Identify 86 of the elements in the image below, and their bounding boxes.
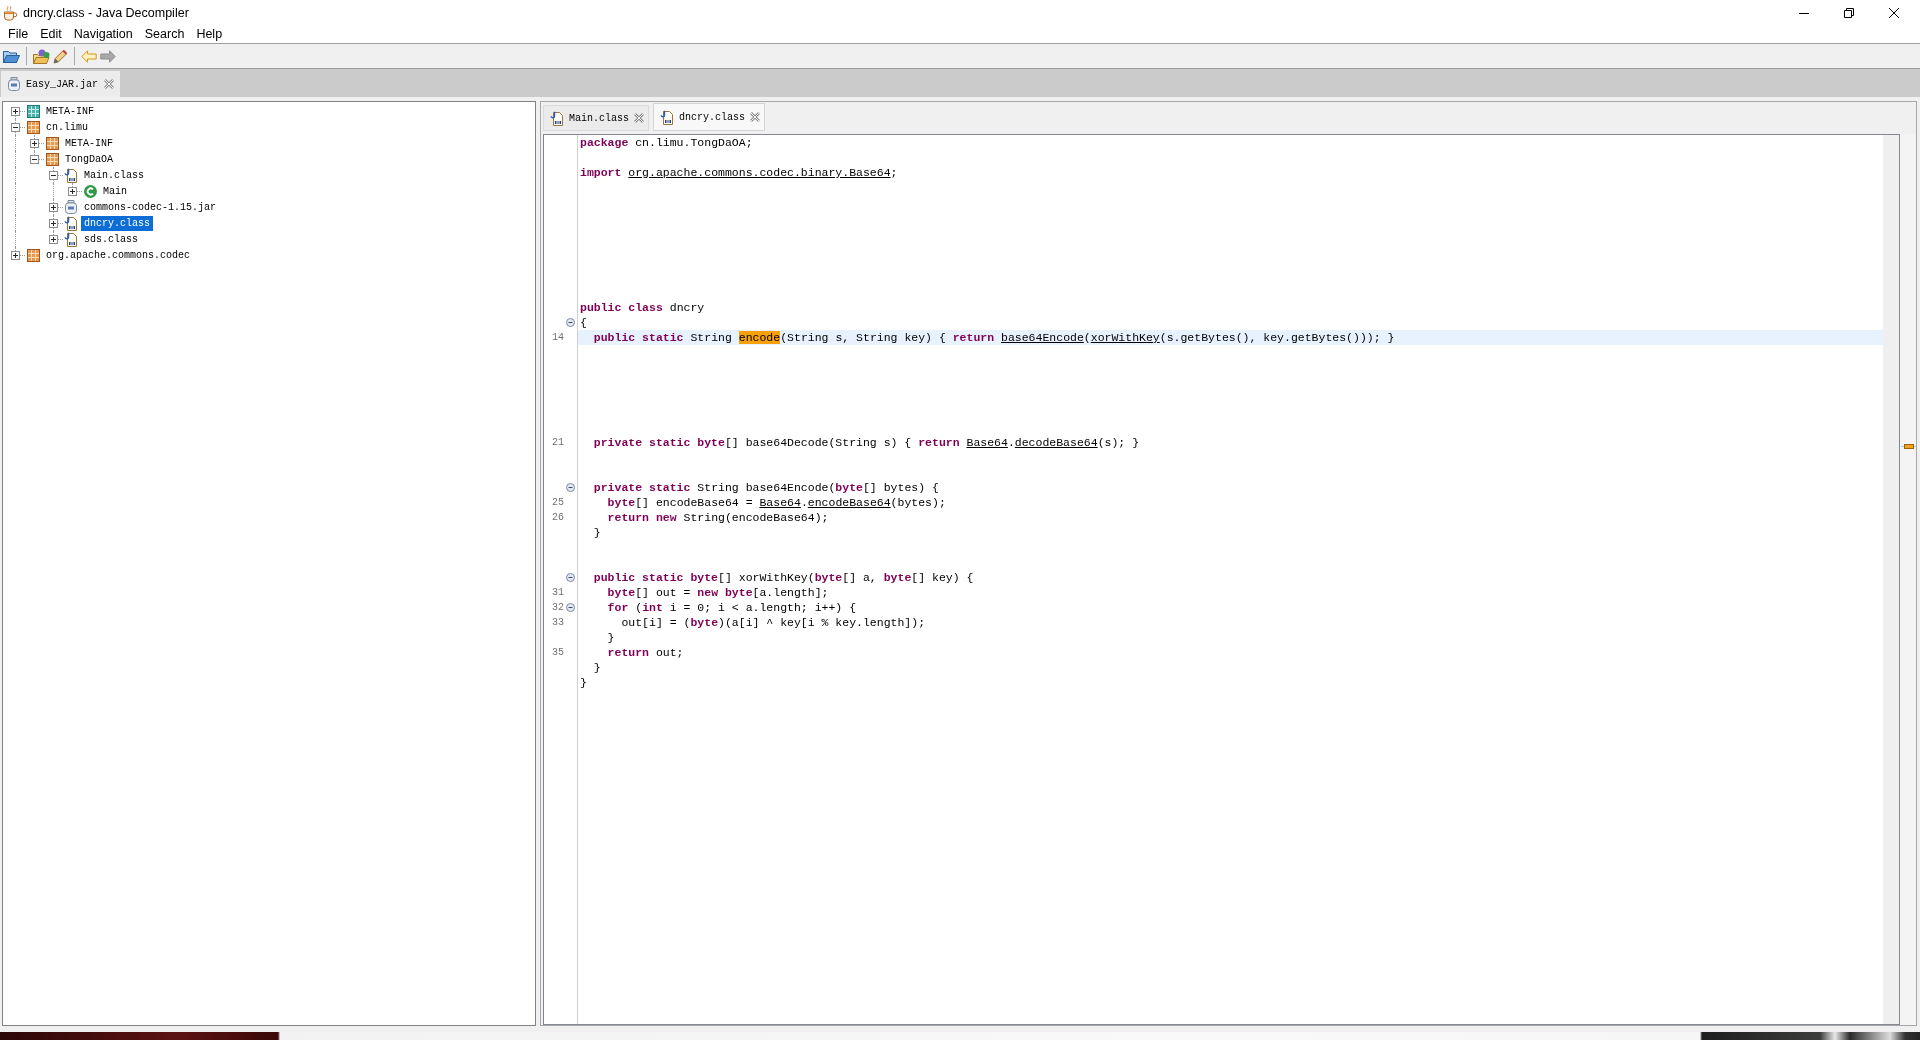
expand-icon[interactable] [49,218,58,228]
pencil-icon[interactable] [53,48,68,64]
folder-icon[interactable] [3,48,20,64]
code-line: import org.apache.commons.codec.binary.Base64; [580,166,898,179]
menu-item[interactable]: File [2,27,35,41]
code-line: public static String encode(String s, String key) { return base64Encode(xorWithKey(s.getBytes(), key.getBytes())); } [592,331,1395,344]
code-link[interactable]: base64Encode [1001,331,1084,344]
code-link[interactable]: xorWithKey [1090,331,1160,344]
expand-icon[interactable] [11,250,20,260]
code-line: public class dncry [580,301,705,314]
code-line: return new String(encodeBase64); [606,511,829,524]
collapse-icon[interactable] [565,318,575,327]
tree-item[interactable]: TongDaOA [62,151,116,167]
document-icon [64,231,78,247]
editor-tab[interactable]: dncry.class [653,103,766,131]
menu-item[interactable]: Navigation [67,27,139,41]
tree-item[interactable]: commons-codec-1.15.jar [81,199,220,215]
line-number: 14 [552,332,564,343]
code-line: { [580,316,587,329]
line-number: 25 [552,497,564,508]
tree-item[interactable]: cn.limu [43,119,91,135]
collapse-icon[interactable] [565,603,575,612]
jar-icon [8,77,20,91]
code-line: for (int i = 0; i < a.length; i++) { [606,601,857,614]
code-link[interactable]: encodeBase64 [807,496,891,509]
code-link[interactable]: decodeBase64 [1014,436,1098,449]
line-number: 26 [552,512,564,523]
collapse-icon[interactable] [30,154,39,164]
code-line: } [592,526,601,539]
menu-item[interactable]: Edit [34,27,68,41]
line-number: 35 [552,647,564,658]
line-number: 21 [552,437,564,448]
tree-item[interactable]: sds.class [81,231,141,247]
code-line: return out; [606,646,684,659]
grid-icon [45,136,59,150]
tree-item[interactable]: Main.class [81,167,147,183]
tree-item[interactable]: dncry.class [81,215,153,231]
cup-icon [3,4,18,21]
window-title: dncry.class - Java Decompiler [23,5,189,20]
line-number: 33 [552,617,564,628]
expand-icon[interactable] [30,138,39,148]
document-icon [64,167,78,183]
grid-icon [26,104,40,118]
document-icon [550,110,564,126]
circle-c-icon [83,184,97,198]
tree-item[interactable]: Main [100,183,130,199]
file-tab[interactable]: Easy_JAR.jar [1,71,120,97]
restore-icon[interactable] [1844,7,1854,18]
close-icon[interactable] [1889,7,1899,18]
menu-item[interactable]: Help [190,27,229,41]
grid-icon [26,248,40,262]
code-line: private static String base64Encode(byte[] bytes) { [592,481,939,494]
grid-icon [26,120,40,134]
collapse-icon[interactable] [565,483,575,492]
line-number: 32 [552,602,564,613]
code-line: package cn.limu.TongDaOA; [580,136,753,149]
collapse-icon[interactable] [49,170,58,180]
tree-item[interactable]: META-INF [62,135,116,151]
expand-icon[interactable] [49,202,58,212]
expand-icon[interactable] [68,186,77,196]
code-line: out[i] = (byte)(a[i] ^ key[i % key.length]); [620,616,926,629]
code-line: byte[] out = new byte[a.length]; [606,586,829,599]
code-link[interactable]: org.apache.commons.codec.binary.Base64 [628,166,891,179]
code-link[interactable]: Base64 [759,496,801,509]
menu-item[interactable]: Search [138,27,191,41]
ruler-marker-icon [1900,444,1916,449]
code-line: byte[] encodeBase64 = Base64.encodeBase64(bytes); [606,496,946,509]
expand-icon[interactable] [11,106,20,116]
tree-item[interactable]: org.apache.commons.codec [43,247,194,263]
code-link[interactable]: Base64 [966,436,1008,449]
code-line: private static byte[] base64Decode(String s) { return Base64.decodeBase64(s); } [592,436,1140,449]
code-line: } [592,661,601,674]
code-line: } [580,676,587,689]
code-line: public static byte[] xorWithKey(byte[] a, byte[] key) { [592,571,974,584]
folder-spheres-icon[interactable] [33,48,50,64]
collapse-icon[interactable] [11,122,20,132]
document-icon [64,215,78,231]
grid-icon [45,152,59,166]
editor-tab[interactable]: Main.class [543,105,649,131]
collapse-icon[interactable] [565,573,575,582]
expand-icon[interactable] [49,234,58,244]
code-line: } [606,631,615,644]
document-icon [660,109,674,125]
tree-item[interactable]: META-INF [43,103,97,119]
line-number: 31 [552,587,564,598]
jar-icon [65,200,77,214]
